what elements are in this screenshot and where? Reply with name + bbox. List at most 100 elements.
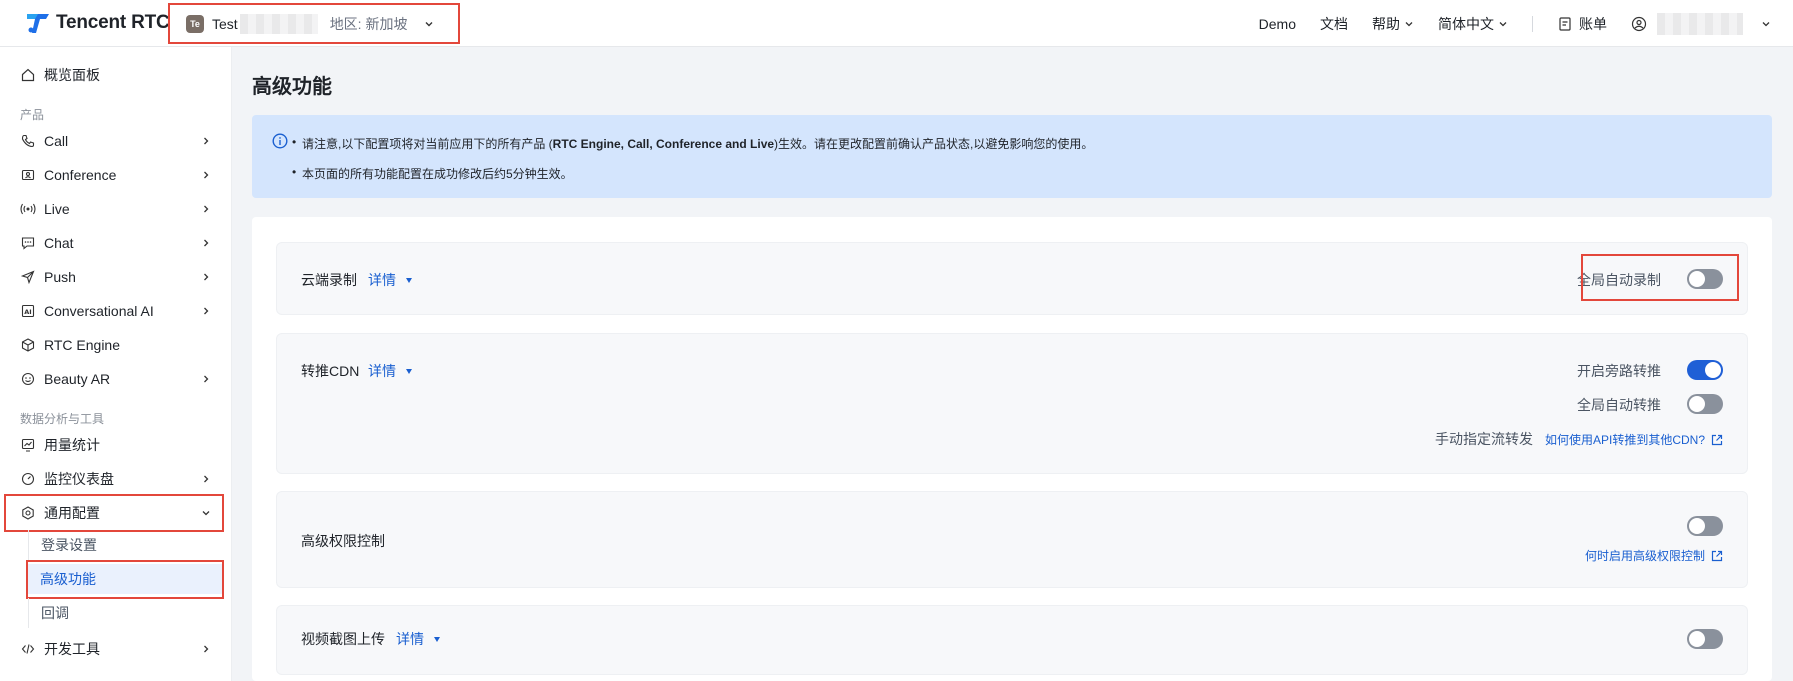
chevron-right-icon: [204, 239, 209, 247]
sidebar-item-label: 开发工具: [44, 641, 100, 657]
cloud-recording-detail-toggle[interactable]: 详情: [368, 270, 412, 290]
sidebar-item-conference[interactable]: Conference: [0, 160, 232, 190]
sidebar-item-label: 监控仪表盘: [44, 471, 114, 487]
user-icon: [1631, 16, 1647, 31]
cdn-detail-toggle[interactable]: 详情: [368, 361, 412, 381]
sidebar-item-push[interactable]: Push: [0, 262, 232, 292]
permission-title: 高级权限控制: [301, 533, 385, 549]
card-cloud-recording: 云端录制 详情 全局自动录制: [276, 242, 1748, 315]
cdn-title: 转推CDN: [301, 363, 360, 379]
external-link-icon: [1711, 434, 1723, 445]
top-bar: Tencent RTC Te Test 地区: 新加坡 Demo 文档 帮助 简…: [0, 0, 1793, 47]
chevron-right-icon: [204, 475, 209, 483]
sidebar-item-overview[interactable]: 概览面板: [0, 60, 232, 90]
logo[interactable]: Tencent RTC: [24, 0, 170, 47]
auto-push-label: 全局自动转推: [1577, 397, 1661, 413]
help-label: 帮助: [1372, 15, 1400, 32]
chevron-down-icon: [1499, 21, 1507, 26]
card-video-snapshot: 视频截图上传 详情: [276, 605, 1748, 675]
sidebar-item-call[interactable]: Call: [0, 126, 232, 156]
chevron-right-icon: [204, 205, 209, 213]
sidebar-subitem-login-settings[interactable]: 登录设置: [28, 530, 224, 560]
home-icon: [20, 67, 36, 83]
sidebar-item-label: RTC Engine: [44, 337, 121, 353]
card-advanced-permission: 高级权限控制 何时启用高级权限控制: [276, 491, 1748, 588]
app-avatar: Te: [186, 14, 204, 33]
chevron-down-icon: [202, 511, 210, 516]
docs-link[interactable]: 文档: [1320, 14, 1348, 34]
sidebar-item-monitor[interactable]: 监控仪表盘: [0, 464, 232, 494]
sidebar-item-general-config[interactable]: 通用配置: [0, 498, 232, 528]
gauge-icon: [20, 471, 36, 487]
sidebar-item-rtc-engine[interactable]: RTC Engine: [0, 330, 232, 360]
redacted-app-name: [239, 13, 318, 34]
snapshot-detail-toggle[interactable]: 详情: [396, 629, 440, 649]
chevron-down-icon: [1405, 21, 1413, 26]
sidebar-item-label: Live: [44, 201, 70, 217]
chevron-right-icon: [204, 273, 209, 281]
app-switcher[interactable]: Te Test 地区: 新加坡: [168, 3, 460, 44]
user-menu[interactable]: [1631, 12, 1771, 35]
auto-record-switch[interactable]: [1687, 269, 1723, 289]
chevron-down-icon: [425, 21, 433, 26]
auto-push-switch[interactable]: [1687, 394, 1723, 414]
sidebar-item-label: Push: [44, 269, 76, 285]
sidebar-item-label: 概览面板: [44, 67, 100, 83]
sidebar-item-beauty-ar[interactable]: Beauty AR: [0, 364, 232, 394]
nav-group-products: 产品: [20, 108, 45, 122]
info-icon: [272, 133, 288, 149]
sidebar-subitem-callback[interactable]: 回调: [28, 598, 224, 628]
demo-link[interactable]: Demo: [1259, 16, 1296, 32]
bypass-relay-label: 开启旁路转推: [1577, 363, 1661, 379]
docs-label: 文档: [1320, 15, 1348, 32]
nav-divider: [1532, 15, 1533, 32]
permission-switch[interactable]: [1687, 516, 1723, 536]
sidebar-item-label: 用量统计: [44, 437, 100, 453]
svg-text:AI: AI: [24, 308, 31, 316]
sidebar-item-usage[interactable]: 用量统计: [0, 430, 232, 460]
nav-group-tools: 数据分析与工具: [20, 412, 105, 426]
sidebar-subitem-advanced-features[interactable]: 高级功能: [28, 564, 224, 594]
bypass-relay-switch[interactable]: [1687, 360, 1723, 380]
cdn-api-help-link[interactable]: 如何使用API转推到其他CDN?: [1545, 431, 1723, 448]
phone-icon: [20, 133, 36, 149]
chevron-down-icon: [1762, 21, 1770, 26]
snapshot-switch[interactable]: [1687, 629, 1723, 649]
snapshot-title: 视频截图上传: [301, 631, 385, 647]
app-region: 地区: 新加坡: [329, 15, 408, 32]
notice-line-1: 请注意,以下配置项将对当前应用下的所有产品 (RTC Engine, Call,…: [292, 135, 1094, 152]
chevron-right-icon: [204, 307, 209, 315]
notice-text-post: )生效。请在更改配置前确认产品状态,以避免影响您的使用。: [774, 137, 1094, 151]
sidebar-item-label: Conference: [44, 167, 117, 183]
caret-down-icon: [406, 368, 412, 374]
sidebar: 概览面板 产品 Call Conference Live Chat Push A…: [0, 47, 232, 681]
notice-line-2: 本页面的所有功能配置在成功修改后约5分钟生效。: [292, 165, 573, 182]
billing-label: 账单: [1579, 15, 1607, 32]
help-menu[interactable]: 帮助: [1372, 14, 1414, 34]
gear-icon: [20, 505, 36, 521]
notice-text-products: RTC Engine, Call, Conference and Live: [552, 137, 775, 151]
sidebar-item-devtools[interactable]: 开发工具: [0, 634, 232, 664]
sidebar-item-conversational-ai[interactable]: AI Conversational AI: [0, 296, 232, 326]
language-label: 简体中文: [1438, 15, 1494, 32]
detail-label: 详情: [368, 272, 396, 288]
billing-link[interactable]: 账单: [1557, 14, 1607, 34]
sidebar-item-chat[interactable]: Chat: [0, 228, 232, 258]
code-icon: [20, 641, 36, 657]
app-name: Test: [212, 15, 238, 32]
card-cdn-relay: 转推CDN 详情 开启旁路转推 全局自动转推 手动指定流转发 如何使用API转推…: [276, 333, 1748, 474]
cube-icon: [20, 337, 36, 353]
sidebar-item-label: 通用配置: [44, 505, 100, 521]
detail-label: 详情: [368, 363, 396, 379]
top-nav: Demo 文档 帮助 简体中文 账单: [1235, 0, 1793, 47]
chevron-right-icon: [204, 645, 209, 653]
cloud-recording-title: 云端录制: [301, 272, 357, 288]
sidebar-item-label: Conversational AI: [44, 303, 154, 319]
chevron-right-icon: [204, 137, 209, 145]
sidebar-item-label: Beauty AR: [44, 371, 111, 387]
cdn-api-help-text: 如何使用API转推到其他CDN?: [1544, 433, 1705, 447]
language-menu[interactable]: 简体中文: [1438, 14, 1508, 34]
face-icon: [20, 371, 36, 387]
permission-help-link[interactable]: 何时启用高级权限控制: [1585, 547, 1723, 564]
sidebar-item-live[interactable]: Live: [0, 194, 232, 224]
